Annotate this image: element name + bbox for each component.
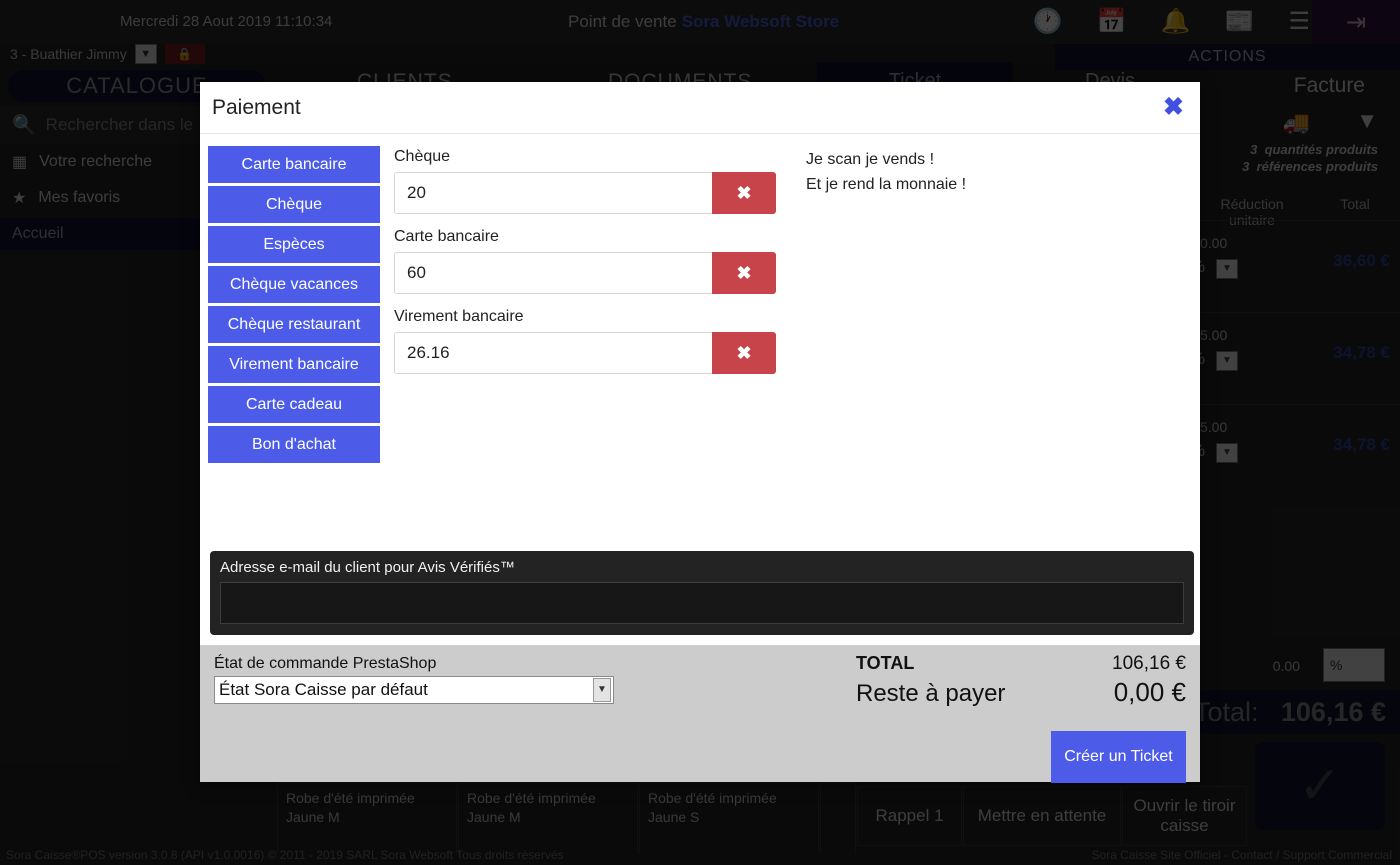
prestashop-state-value: État Sora Caisse par défaut — [219, 680, 428, 699]
remaining-row: Reste à payer 0,00 € — [856, 677, 1186, 708]
payment-method-virement-bancaire[interactable]: Virement bancaire — [208, 346, 380, 383]
modal-title: Paiement — [212, 95, 301, 119]
payment-line-row: ✖ — [394, 252, 790, 294]
modal-totals: TOTAL 106,16 € Reste à payer 0,00 € Crée… — [856, 653, 1186, 783]
payment-line-row: ✖ — [394, 172, 790, 214]
remaining-value: 0,00 € — [1113, 677, 1186, 707]
payment-amount-input[interactable] — [394, 332, 712, 374]
payment-amount-input[interactable] — [394, 252, 712, 294]
payment-line-row: ✖ — [394, 332, 790, 374]
payment-note-line2: Et je rend la monnaie ! — [806, 175, 967, 193]
payment-line: Chèque ✖ — [394, 148, 790, 214]
payment-line-label: Chèque — [394, 148, 451, 165]
modal-footer: État de commande PrestaShop État Sora Ca… — [200, 645, 1200, 783]
payment-line: Carte bancaire ✖ — [394, 228, 790, 294]
payment-method-cheque[interactable]: Chèque — [208, 186, 380, 223]
delete-payment-line-button[interactable]: ✖ — [712, 252, 776, 294]
payment-method-carte-cadeau[interactable]: Carte cadeau — [208, 386, 380, 423]
payment-method-cheque-restaurant[interactable]: Chèque restaurant — [208, 306, 380, 343]
modal-body: Carte bancaire Chèque Espèces Chèque vac… — [200, 134, 1200, 645]
payment-method-especes[interactable]: Espèces — [208, 226, 380, 263]
remaining-label: Reste à payer — [856, 680, 1006, 707]
payment-line: Virement bancaire ✖ — [394, 308, 790, 374]
email-field[interactable] — [220, 582, 1184, 624]
prestashop-state-select[interactable]: État Sora Caisse par défaut ▼ — [214, 676, 614, 704]
total-label: TOTAL — [856, 653, 915, 673]
delete-payment-line-button[interactable]: ✖ — [712, 172, 776, 214]
modal-header: Paiement ✖ — [200, 82, 1200, 134]
close-icon[interactable]: ✖ — [1163, 95, 1184, 120]
delete-payment-line-button[interactable]: ✖ — [712, 332, 776, 374]
payment-method-carte-bancaire[interactable]: Carte bancaire — [208, 146, 380, 183]
payment-line-label: Virement bancaire — [394, 308, 524, 325]
payment-amount-input[interactable] — [394, 172, 712, 214]
payment-method-bon-dachat[interactable]: Bon d'achat — [208, 426, 380, 463]
chevron-down-icon[interactable]: ▼ — [593, 678, 611, 702]
total-row: TOTAL 106,16 € — [856, 653, 1186, 675]
payment-note-line1: Je scan je vends ! — [806, 151, 935, 168]
email-label: Adresse e-mail du client pour Avis Vérif… — [220, 559, 515, 576]
payment-line-label: Carte bancaire — [394, 228, 499, 245]
total-value: 106,16 € — [1112, 653, 1186, 674]
payment-method-cheque-vacances[interactable]: Chèque vacances — [208, 266, 380, 303]
payment-modal: Paiement ✖ Carte bancaire Chèque Espèces… — [200, 82, 1200, 783]
create-ticket-button[interactable]: Créer un Ticket — [1051, 731, 1186, 783]
email-section: Adresse e-mail du client pour Avis Vérif… — [210, 551, 1194, 635]
